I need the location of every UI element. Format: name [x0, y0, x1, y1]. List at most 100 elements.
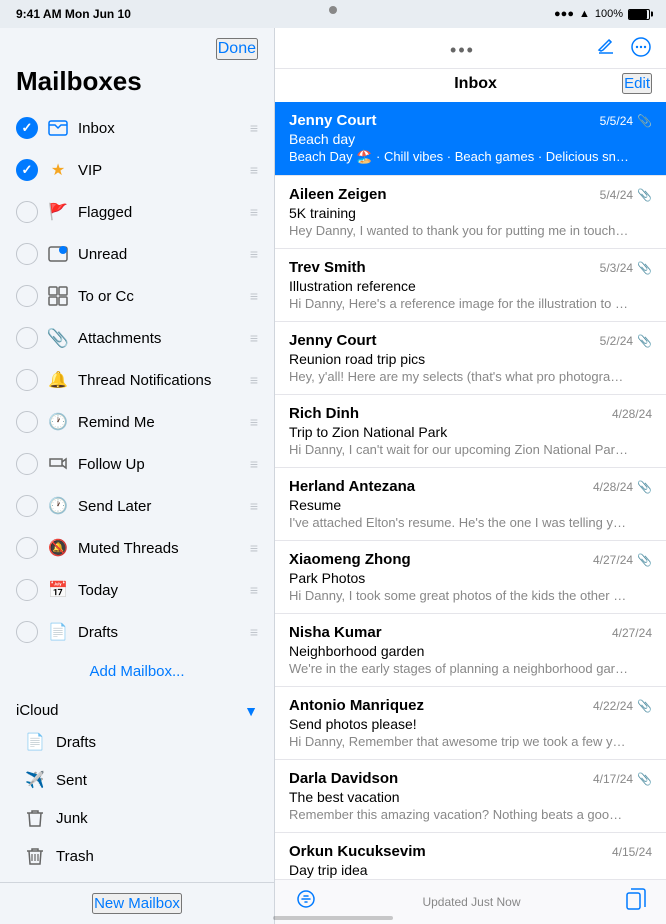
right-panel: •••	[275, 28, 666, 924]
flagged-drag-handle[interactable]: ≡	[250, 204, 258, 220]
drafts-smart-drag-handle[interactable]: ≡	[250, 624, 258, 640]
compose-icon[interactable]	[596, 36, 616, 64]
email-item[interactable]: Antonio Manriquez 4/22/24 📎 Send photos …	[275, 687, 666, 760]
email-item[interactable]: Rich Dinh 4/28/24 Trip to Zion National …	[275, 395, 666, 468]
icloud-item-archive[interactable]: Archive	[20, 875, 258, 882]
mailbox-item-muted-threads[interactable]: 🔕 Muted Threads ≡	[4, 527, 270, 569]
email-preview: Hi Danny, Remember that awesome trip we …	[289, 734, 629, 749]
copy-icon[interactable]	[626, 888, 646, 916]
mailbox-item-drafts-smart[interactable]: 📄 Drafts ≡	[4, 611, 270, 653]
battery-percentage: 100%	[595, 8, 623, 20]
email-date: 5/4/24	[600, 188, 633, 202]
email-item[interactable]: Darla Davidson 4/17/24 📎 The best vacati…	[275, 760, 666, 833]
inbox-drag-handle[interactable]: ≡	[250, 120, 258, 136]
filter-icon[interactable]	[295, 890, 317, 914]
drafts-smart-check	[16, 621, 38, 643]
mailbox-item-send-later[interactable]: 🕐 Send Later ≡	[4, 485, 270, 527]
email-preview: Hi Danny, Here's a reference image for t…	[289, 296, 629, 311]
attachments-check	[16, 327, 38, 349]
attachment-icon: 📎	[637, 553, 652, 567]
status-right: ●●● ▲ 100%	[554, 8, 650, 20]
email-subject: Beach day	[289, 131, 652, 147]
icloud-section: iCloud ▼ 📄 Drafts ✈️ Sent	[4, 690, 270, 882]
attachments-label: Attachments	[78, 330, 250, 347]
icloud-item-junk[interactable]: Junk	[20, 799, 258, 837]
sent-icloud-label: Sent	[56, 772, 87, 789]
mailbox-item-flagged[interactable]: 🚩 Flagged ≡	[4, 191, 270, 233]
icloud-header[interactable]: iCloud ▼	[16, 698, 258, 723]
done-button[interactable]: Done	[216, 38, 258, 60]
mailbox-item-today[interactable]: 📅 Today ≡	[4, 569, 270, 611]
signal-icon: ▲	[579, 8, 590, 20]
thread-notifications-label: Thread Notifications	[78, 372, 250, 389]
muted-drag-handle[interactable]: ≡	[250, 540, 258, 556]
remind-drag-handle[interactable]: ≡	[250, 414, 258, 430]
flag-icon: 🚩	[46, 200, 70, 224]
icloud-item-sent[interactable]: ✈️ Sent	[20, 761, 258, 799]
more-options-icon[interactable]	[630, 36, 652, 64]
email-date: 4/28/24	[612, 407, 652, 421]
unread-drag-handle[interactable]: ≡	[250, 246, 258, 262]
mailbox-item-remind-me[interactable]: 🕐 Remind Me ≡	[4, 401, 270, 443]
send-later-drag-handle[interactable]: ≡	[250, 498, 258, 514]
clock-icon: 🕐	[46, 410, 70, 434]
toorc-drag-handle[interactable]: ≡	[250, 288, 258, 304]
mailbox-item-follow-up[interactable]: Follow Up ≡	[4, 443, 270, 485]
mailbox-item-unread[interactable]: Unread ≡	[4, 233, 270, 275]
email-sender: Nisha Kumar	[289, 624, 382, 641]
icloud-items: 📄 Drafts ✈️ Sent	[16, 723, 258, 882]
attachment-icon: 📎	[637, 261, 652, 275]
vip-drag-handle[interactable]: ≡	[250, 162, 258, 178]
mailbox-list: Inbox ≡ ★ VIP ≡ 🚩 Flagged ≡	[0, 107, 274, 882]
email-item[interactable]: Nisha Kumar 4/27/24 Neighborhood garden …	[275, 614, 666, 687]
add-mailbox-button[interactable]: Add Mailbox...	[4, 653, 270, 690]
email-subject: Illustration reference	[289, 278, 652, 294]
email-date: 4/17/24	[593, 772, 633, 786]
bell-icon: 🔔	[46, 368, 70, 392]
muted-check	[16, 537, 38, 559]
mailbox-item-inbox[interactable]: Inbox ≡	[4, 107, 270, 149]
icloud-item-trash[interactable]: Trash	[20, 837, 258, 875]
mailbox-item-thread-notifications[interactable]: 🔔 Thread Notifications ≡	[4, 359, 270, 401]
email-item[interactable]: Trev Smith 5/3/24 📎 Illustration referen…	[275, 249, 666, 322]
send-later-check	[16, 495, 38, 517]
right-top-bar: •••	[275, 28, 666, 69]
inbox-icon	[46, 116, 70, 140]
new-mailbox-button[interactable]: New Mailbox	[92, 893, 182, 914]
email-subject: Park Photos	[289, 570, 652, 586]
email-date: 4/15/24	[612, 845, 652, 859]
email-sender: Jenny Court	[289, 332, 377, 349]
thread-notif-drag-handle[interactable]: ≡	[250, 372, 258, 388]
toorc-icon	[46, 284, 70, 308]
icloud-item-drafts[interactable]: 📄 Drafts	[20, 723, 258, 761]
email-date: 4/22/24	[593, 699, 633, 713]
main-layout: Done Mailboxes Inbox ≡ ★ VIP	[0, 28, 666, 924]
mailbox-item-toorc[interactable]: To or Cc ≡	[4, 275, 270, 317]
email-item[interactable]: Jenny Court 5/2/24 📎 Reunion road trip p…	[275, 322, 666, 395]
attachments-drag-handle[interactable]: ≡	[250, 330, 258, 346]
trash-icon	[24, 845, 46, 867]
edit-button[interactable]: Edit	[622, 73, 652, 94]
send-later-icon: 🕐	[46, 494, 70, 518]
email-item[interactable]: Aileen Zeigen 5/4/24 📎 5K training Hey D…	[275, 176, 666, 249]
email-item[interactable]: Herland Antezana 4/28/24 📎 Resume I've a…	[275, 468, 666, 541]
inbox-title-bar: Inbox Edit	[275, 69, 666, 102]
today-drag-handle[interactable]: ≡	[250, 582, 258, 598]
email-item[interactable]: Xiaomeng Zhong 4/27/24 📎 Park Photos Hi …	[275, 541, 666, 614]
email-sender: Trev Smith	[289, 259, 366, 276]
drafts-icloud-label: Drafts	[56, 734, 96, 751]
vip-check	[16, 159, 38, 181]
vip-star-icon: ★	[46, 158, 70, 182]
email-preview: Hey Danny, I wanted to thank you for put…	[289, 223, 629, 238]
paperclip-icon: 📎	[46, 326, 70, 350]
mailbox-item-attachments[interactable]: 📎 Attachments ≡	[4, 317, 270, 359]
email-item[interactable]: Jenny Court 5/5/24 📎 Beach day Beach Day…	[275, 102, 666, 176]
vip-label: VIP	[78, 162, 250, 179]
flagged-check	[16, 201, 38, 223]
email-item[interactable]: Orkun Kucuksevim 4/15/24 Day trip idea H…	[275, 833, 666, 879]
attachment-icon: 📎	[637, 772, 652, 786]
mailbox-item-vip[interactable]: ★ VIP ≡	[4, 149, 270, 191]
email-list: Jenny Court 5/5/24 📎 Beach day Beach Day…	[275, 102, 666, 879]
junk-icloud-label: Junk	[56, 810, 88, 827]
follow-drag-handle[interactable]: ≡	[250, 456, 258, 472]
